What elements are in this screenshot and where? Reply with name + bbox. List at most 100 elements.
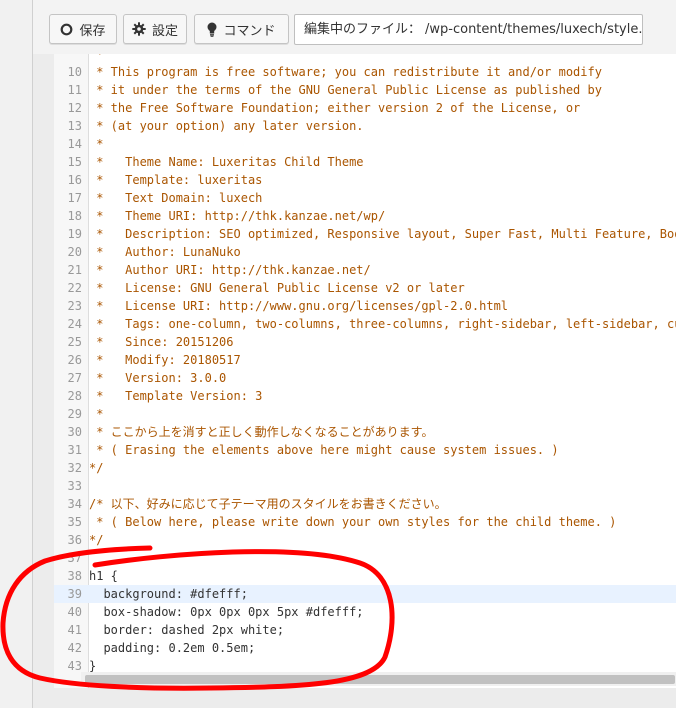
line-text: * it under the terms of the GNU General …: [89, 83, 602, 97]
line-text: border: dashed 2px white;: [89, 623, 285, 637]
settings-button[interactable]: 設定: [123, 14, 187, 44]
line-number: 19: [67, 227, 82, 241]
line-number: 22: [67, 281, 82, 295]
line-text: * Template: luxeritas: [89, 173, 263, 187]
settings-button-label: 設定: [151, 23, 178, 39]
code-line[interactable]: 33: [54, 477, 676, 495]
code-line[interactable]: 20 * Author: LunaNuko: [54, 243, 676, 261]
line-text: * Template Version: 3: [89, 389, 263, 403]
code-line[interactable]: 15 * Theme Name: Luxeritas Child Theme: [54, 153, 676, 171]
code-line[interactable]: 29 *: [54, 405, 676, 423]
gear-icon: [132, 22, 146, 36]
current-file-label: 編集中のファイル：: [304, 22, 422, 37]
command-button[interactable]: コマンド: [194, 14, 289, 44]
line-text: */: [89, 461, 104, 475]
line-text: * ( Below here, please write down your o…: [89, 515, 617, 529]
theme-editor-app: 保存 設定 コマンド 編集中のファイル： /wp-content/themes/…: [0, 0, 676, 708]
code-line[interactable]: 28 * Template Version: 3: [54, 387, 676, 405]
code-line[interactable]: 25 * Since: 20151206: [54, 333, 676, 351]
line-text: * (at your option) any later version.: [89, 119, 364, 133]
line-text: */: [89, 533, 104, 547]
line-text: * Modify: 20180517: [89, 353, 241, 367]
current-file-path: /wp-content/themes/luxech/style.css: [425, 22, 643, 37]
line-text: * Since: 20151206: [89, 335, 234, 349]
code-line[interactable]: 21 * Author URI: http://thk.kanzae.net/: [54, 261, 676, 279]
line-number: 16: [67, 173, 82, 187]
line-number: 39: [67, 587, 82, 601]
code-line[interactable]: 26 * Modify: 20180517: [54, 351, 676, 369]
line-number: 21: [67, 263, 82, 277]
code-line[interactable]: 31 * ( Erasing the elements above here m…: [54, 441, 676, 459]
code-line[interactable]: 11 * it under the terms of the GNU Gener…: [54, 81, 676, 99]
line-text: * License URI: http://www.gnu.org/licens…: [89, 299, 509, 313]
line-number: 20: [67, 245, 82, 259]
code-line[interactable]: 12 * the Free Software Foundation; eithe…: [54, 99, 676, 117]
code-line[interactable]: 38 h1 {: [54, 567, 676, 585]
circle-icon: [60, 23, 73, 36]
line-text: background: #dfefff;: [89, 587, 248, 601]
line-number: 38: [67, 569, 82, 583]
code-line[interactable]: 19 * Description: SEO optimized, Respons…: [54, 225, 676, 243]
line-number: 26: [67, 353, 82, 367]
line-text: * Author: LunaNuko: [89, 245, 241, 259]
horizontal-scrollbar-thumb[interactable]: [85, 675, 675, 684]
code-line[interactable]: 40 box-shadow: 0px 0px 0px 5px #dfefff;: [54, 603, 676, 621]
code-line[interactable]: 41 border: dashed 2px white;: [54, 621, 676, 639]
command-button-label: コマンド: [223, 23, 276, 39]
code-line[interactable]: 27 * Version: 3.0.0: [54, 369, 676, 387]
code-line[interactable]: 34 /* 以下、好みに応じて子テーマ用のスタイルをお書きください。: [54, 495, 676, 513]
code-editor[interactable]: * 10 * This program is free software; you…: [54, 54, 676, 688]
line-number: 33: [67, 479, 82, 493]
line-text: *: [89, 407, 104, 421]
line-text: * Theme Name: Luxeritas Child Theme: [89, 155, 364, 169]
line-text: * Text Domain: luxech: [89, 191, 263, 205]
code-line[interactable]: 30 * ここから上を消すと正しく動作しなくなることがあります。: [54, 423, 676, 441]
line-number: 36: [67, 533, 82, 547]
line-number: 29: [67, 407, 82, 421]
line-number: 13: [67, 119, 82, 133]
code-line[interactable]: 42 padding: 0.2em 0.5em;: [54, 639, 676, 657]
line-text: * Author URI: http://thk.kanzae.net/: [89, 263, 371, 277]
line-number: 32: [67, 461, 82, 475]
line-number: 23: [67, 299, 82, 313]
line-text: padding: 0.2em 0.5em;: [89, 641, 256, 655]
code-line[interactable]: 10 * This program is free software; you …: [54, 63, 676, 81]
line-number: 11: [67, 83, 82, 97]
code-line[interactable]: 32 */: [54, 459, 676, 477]
save-button[interactable]: 保存: [49, 14, 117, 44]
line-number: 30: [67, 425, 82, 439]
code-line[interactable]: 16 * Template: luxeritas: [54, 171, 676, 189]
line-number: 17: [67, 191, 82, 205]
code-line[interactable]: 18 * Theme URI: http://thk.kanzae.net/wp…: [54, 207, 676, 225]
line-number: 31: [67, 443, 82, 457]
code-line[interactable]: 17 * Text Domain: luxech: [54, 189, 676, 207]
line-number: 35: [67, 515, 82, 529]
code-line[interactable]: 39 background: #dfefff;: [54, 585, 676, 603]
line-number: 10: [67, 65, 82, 79]
code-line[interactable]: 14 *: [54, 135, 676, 153]
line-number: 18: [67, 209, 82, 223]
current-file-display: 編集中のファイル：/wp-content/themes/luxech/style…: [294, 14, 643, 45]
line-number: 28: [67, 389, 82, 403]
line-number: 42: [67, 641, 82, 655]
line-number: 15: [67, 155, 82, 169]
code-line[interactable]: 36 */: [54, 531, 676, 549]
code-line[interactable]: *: [54, 54, 676, 63]
line-number: 37: [67, 551, 82, 565]
line-text: * This program is free software; you can…: [89, 65, 602, 79]
line-text: *: [89, 137, 104, 151]
code-line[interactable]: 23 * License URI: http://www.gnu.org/lic…: [54, 297, 676, 315]
code-line[interactable]: 13 * (at your option) any later version.: [54, 117, 676, 135]
toolbar: 保存 設定 コマンド 編集中のファイル： /wp-content/themes/…: [33, 0, 676, 54]
line-number: 27: [67, 371, 82, 385]
line-text: /* 以下、好みに応じて子テーマ用のスタイルをお書きください。: [89, 497, 447, 511]
line-text: h1 {: [89, 569, 118, 583]
code-line[interactable]: 37: [54, 549, 676, 567]
code-line[interactable]: 24 * Tags: one-column, two-columns, thre…: [54, 315, 676, 333]
code-line[interactable]: 22 * License: GNU General Public License…: [54, 279, 676, 297]
line-number: 12: [67, 101, 82, 115]
line-number: 43: [67, 659, 82, 673]
line-text: * Version: 3.0.0: [89, 371, 227, 385]
code-line[interactable]: 35 * ( Below here, please write down you…: [54, 513, 676, 531]
line-text: * ここから上を消すと正しく動作しなくなることがあります。: [89, 425, 434, 439]
